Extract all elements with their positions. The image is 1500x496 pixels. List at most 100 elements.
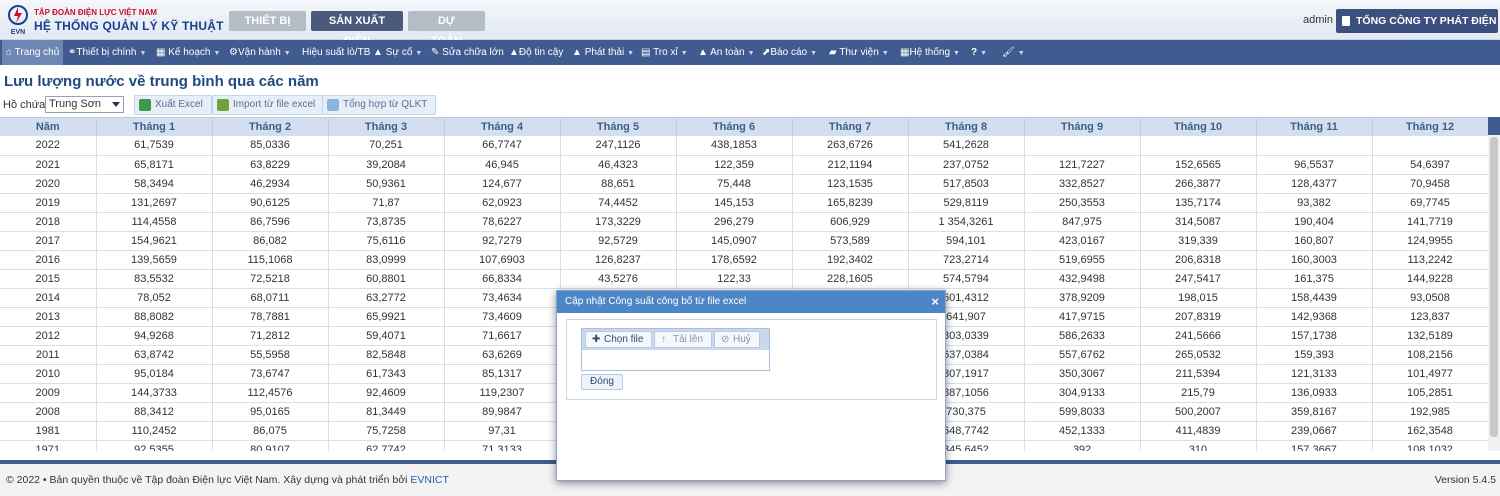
table-row[interactable]: 2019 131,2697 90,6125 71,87 62,0923 74,4452 14… [0,193,1488,213]
flow-cell: 124,677 [444,174,561,194]
flow-cell: 250,3553 [1024,193,1141,213]
nav-ke-hoach[interactable]: ▦ Kế hoạch ▼ [156,40,220,65]
flow-cell: 573,589 [792,231,909,251]
flow-cell: 63,8229 [212,155,329,175]
flow-cell: 66,7747 [444,136,561,156]
table-row[interactable]: 2018 114,4558 86,7596 73,8735 78,6227 173,322… [0,212,1488,232]
nav-help[interactable]: ? ▼ [971,40,987,65]
flow-cell: 92,5729 [560,231,677,251]
evn-logo-icon[interactable]: EVN [4,4,32,36]
year-cell: 2019 [0,193,97,213]
nav-bao-cao[interactable]: ⬈Báo cáo ▼ [762,40,817,65]
flow-cell: 212,1194 [792,155,909,175]
column-header[interactable]: Tháng 5 [560,118,677,136]
caret-icon: ▼ [415,50,423,57]
column-header[interactable]: Tháng 3 [328,118,445,136]
flow-cell: 215,79 [1140,383,1257,403]
column-header[interactable]: Tháng 8 [908,118,1025,136]
choose-file-button[interactable]: ✚ Chọn file [585,331,653,348]
nav-theme[interactable]: 🖌 ▼ [1002,40,1025,65]
flow-cell: 83,0999 [328,250,445,270]
flow-cell: 517,8503 [908,174,1025,194]
column-header[interactable]: Tháng 10 [1140,118,1257,136]
nav-hieu-suat[interactable]: Hiệu suất lò/TB [302,40,370,65]
table-header-row: Năm Tháng 1 Tháng 2 Tháng 3 Tháng 4 Tháng 5 Th… [0,118,1488,136]
scrollbar-thumb[interactable] [1490,137,1498,437]
flow-cell: 108,1032 [1372,440,1488,451]
column-header[interactable]: Tháng 11 [1256,118,1373,136]
table-row[interactable]: 2017 154,9621 86,082 75,6116 92,7279 92,5729 1… [0,231,1488,251]
close-dialog-button[interactable]: Đóng [581,374,623,390]
column-header[interactable]: Tháng 6 [676,118,793,136]
grid-scrollbar[interactable] [1488,117,1500,451]
flow-cell: 529,8119 [908,193,1025,213]
flow-cell: 50,9361 [328,174,445,194]
flow-cell: 132,5189 [1372,326,1488,346]
nav-he-thong[interactable]: ▦Hệ thống ▼ [900,40,960,65]
cancel-upload-button[interactable]: ⊘ Huỷ [714,331,760,348]
flow-cell: 97,31 [444,421,561,441]
flow-cell: 265,0532 [1140,345,1257,365]
caret-icon: ▼ [627,50,635,57]
flow-cell: 81,3449 [328,402,445,422]
flow-cell: 80,9107 [212,440,329,451]
caret-icon: ▼ [881,50,889,57]
evnict-link[interactable]: EVNICT [410,474,449,486]
flow-cell: 92,4609 [328,383,445,403]
flow-cell: 59,4071 [328,326,445,346]
column-header[interactable]: Tháng 4 [444,118,561,136]
nav-do-tin-cay[interactable]: ▲Độ tin cậy [509,40,563,65]
table-row[interactable]: 2022 61,7539 85,0336 70,251 66,7747 247,1126 4… [0,136,1488,156]
flow-cell: 541,2628 [908,136,1025,156]
cancel-icon: ⊘ [721,334,730,345]
nav-su-co[interactable]: ▲ Sự cố ▼ [373,40,422,65]
flow-cell: 332,8527 [1024,174,1141,194]
user-name[interactable]: admin [1303,14,1333,26]
module-tab-du-toan[interactable]: DỰ TOÁN [408,11,485,47]
column-header[interactable]: Tháng 2 [212,118,329,136]
close-icon[interactable]: × [931,291,939,313]
flow-cell: 500,2007 [1140,402,1257,422]
nav-sua-chua-lon[interactable]: ✎ Sửa chữa lớn [431,40,504,65]
flow-cell: 95,0184 [96,364,213,384]
flow-cell: 241,5666 [1140,326,1257,346]
flow-cell: 73,6747 [212,364,329,384]
flow-cell: 96,5537 [1256,155,1373,175]
column-header[interactable]: Năm [0,118,97,136]
module-tab-thiet-bi[interactable]: THIẾT BỊ [229,11,306,31]
nav-trang-chu[interactable]: ⌂ Trang chủ [2,40,64,65]
table-row[interactable]: 2015 83,5532 72,5218 60,8801 66,8334 43,5276 1… [0,269,1488,289]
flow-cell: 85,0336 [212,136,329,156]
upload-button[interactable]: ↑ Tải lên [654,331,713,348]
module-tab-san-xuat-dien[interactable]: SẢN XUẤT ĐIỆN [311,11,403,47]
warning-icon: ▲ [373,47,383,58]
column-header[interactable]: Tháng 7 [792,118,909,136]
table-row[interactable]: 2020 58,3494 46,2934 50,9361 124,677 88,651 75… [0,174,1488,194]
flow-cell: 75,448 [676,174,793,194]
nav-tro-xi[interactable]: ▤ Tro xỉ ▼ [641,40,688,65]
flow-cell: 266,3877 [1140,174,1257,194]
table-row[interactable]: 2021 65,8171 63,8229 39,2084 46,945 46,4323 12… [0,155,1488,175]
nav-van-hanh[interactable]: ⚙Vận hành ▼ [229,40,291,65]
flow-cell: 304,9133 [1024,383,1141,403]
flow-cell: 71,87 [328,193,445,213]
flow-cell: 142,9368 [1256,307,1373,327]
nav-thu-vien[interactable]: ▰ Thư viện ▼ [829,40,889,65]
flow-cell [1140,136,1257,156]
column-header[interactable]: Tháng 1 [96,118,213,136]
reservoir-select[interactable]: Trung Sơn [45,96,124,113]
table-row[interactable]: 2016 139,5659 115,1068 83,0999 107,6903 126,8… [0,250,1488,270]
flow-cell: 121,3133 [1256,364,1373,384]
aggregate-button[interactable]: Tổng hợp từ QLKT [322,95,437,115]
nav-phat-thai[interactable]: ▲ Phát thải ▼ [572,40,634,65]
flow-cell: 95,0165 [212,402,329,422]
company-button[interactable]: TỔNG CÔNG TY PHÁT ĐIỆN 2 [1336,9,1498,51]
flow-cell: 122,33 [676,269,793,289]
export-excel-button[interactable]: Xuất Excel [134,95,212,115]
import-excel-button[interactable]: Import từ file excel [212,95,325,115]
nav-thiet-bi-chinh[interactable]: ⚭Thiết bị chính ▼ [68,40,146,65]
column-header[interactable]: Tháng 9 [1024,118,1141,136]
column-header[interactable]: Tháng 12 [1372,118,1488,136]
nav-an-toan[interactable]: ▲ An toàn ▼ [698,40,755,65]
flow-cell: 83,5532 [96,269,213,289]
